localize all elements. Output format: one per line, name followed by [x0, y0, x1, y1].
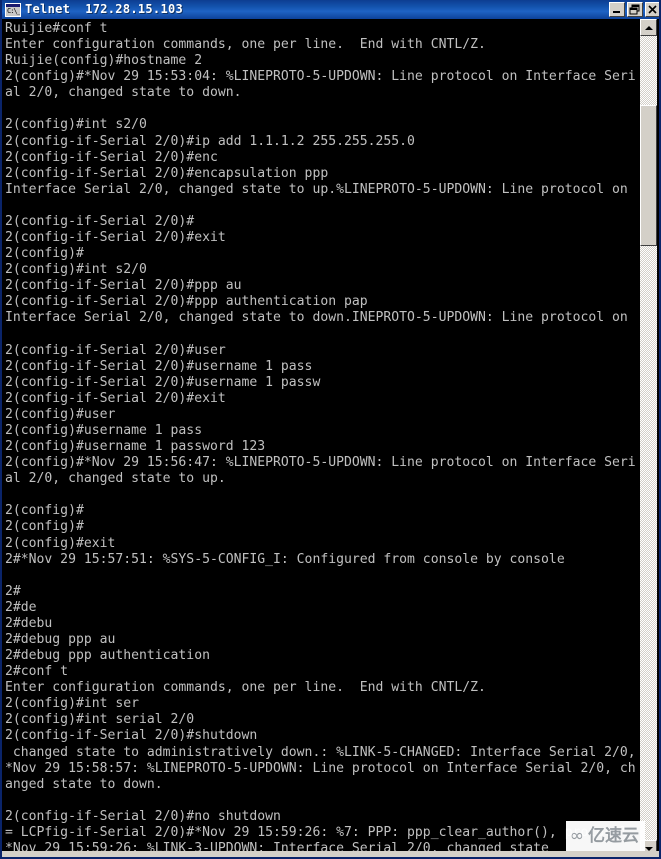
- terminal-line: Ruijie#conf t: [5, 21, 108, 36]
- terminal-line: 2(config)#username 1 password 123: [5, 439, 266, 455]
- terminal-line: 2(config)#username 1 pass: [5, 422, 203, 438]
- minimize-icon: [613, 11, 620, 13]
- terminal-line: 2(config-if-Serial 2/0)#ppp authenticati…: [5, 294, 368, 310]
- terminal-line: *Nov 29 15:58:57: %LINEPROTO-5-UPDOWN: L…: [5, 760, 636, 776]
- terminal-line: 2#: [5, 583, 21, 599]
- window-bottom-strip: [2, 851, 659, 857]
- terminal-line: 2(config-if-Serial 2/0)#no shutdown: [5, 808, 281, 824]
- terminal-line: 2#*Nov 29 15:57:51: %SYS-5-CONFIG_I: Con…: [5, 551, 565, 567]
- terminal-line: al 2/0, changed state to up.: [5, 471, 226, 487]
- terminal-line: 2(config-if-Serial 2/0)#shutdown: [5, 728, 258, 744]
- terminal-line: 2(config-if-Serial 2/0)#username 1 passw: [5, 374, 321, 390]
- terminal-line: al 2/0, changed state to down.: [5, 85, 242, 101]
- terminal-line: 2#conf t: [5, 664, 69, 680]
- scroll-up-arrow[interactable]: [640, 19, 657, 36]
- terminal-line: 2(config)#int serial 2/0: [5, 712, 195, 728]
- terminal-line: 2(config-if-Serial 2/0)#ip add 1.1.1.2 2…: [5, 133, 415, 149]
- chevron-down-icon: [644, 846, 653, 851]
- window-titlebar[interactable]: C:\_ Telnet 172.28.15.103: [2, 0, 659, 19]
- terminal-line: Ruijie(config)#hostname 2: [5, 53, 203, 69]
- terminal-line: 2#debug ppp authentication: [5, 648, 210, 664]
- terminal-line: 2(config)#int ser: [5, 696, 140, 712]
- terminal-line: 2#debug ppp au: [5, 631, 116, 647]
- watermark-text: 亿速云: [588, 826, 639, 846]
- watermark-logo-icon: ∞: [569, 825, 584, 846]
- terminal-line: 2(config)#: [5, 246, 84, 262]
- terminal-line: 2(config-if-Serial 2/0)#enc: [5, 149, 218, 165]
- terminal-text: Ruijie#conf t Enter configuration command…: [5, 21, 644, 857]
- terminal-line: 2(config)#*Nov 29 15:53:04: %LINEPROTO-5…: [5, 69, 636, 85]
- close-icon: [648, 5, 657, 14]
- terminal-line: 2(config)#user: [5, 406, 116, 422]
- terminal-line: Interface Serial 2/0, changed state to u…: [5, 181, 628, 197]
- terminal-line: 2#de: [5, 599, 37, 615]
- terminal-line: 2(config)#exit: [5, 535, 116, 551]
- terminal-line: 2(config)#: [5, 519, 84, 535]
- terminal-line: 2(config)#int s2/0: [5, 117, 147, 133]
- terminal-line: 2(config-if-Serial 2/0)#ppp au: [5, 278, 242, 294]
- terminal-line: 2(config-if-Serial 2/0)#username 1 pass: [5, 358, 313, 374]
- scrollbar-thumb[interactable]: [640, 105, 657, 246]
- telnet-window: C:\_ Telnet 172.28.15.103 Ruijie#conf t …: [0, 0, 661, 859]
- window-title: Telnet 172.28.15.103: [25, 2, 184, 16]
- terminal-line: = LCPfig-if-Serial 2/0)#*Nov 29 15:59:26…: [5, 824, 628, 840]
- terminal-line: Interface Serial 2/0, changed state to d…: [5, 310, 628, 326]
- watermark: ∞ 亿速云: [565, 821, 645, 851]
- terminal-output-area[interactable]: Ruijie#conf t Enter configuration command…: [4, 19, 644, 857]
- terminal-line: changed state to administratively down.:…: [5, 744, 636, 760]
- terminal-line: 2(config)#*Nov 29 15:56:47: %LINEPROTO-5…: [5, 455, 636, 471]
- window-controls: [609, 2, 659, 17]
- restore-icon: [629, 4, 640, 15]
- terminal-line: Enter configuration commands, one per li…: [5, 37, 486, 53]
- terminal-line: 2#debu: [5, 615, 53, 631]
- chevron-up-icon: [644, 25, 653, 30]
- vertical-scrollbar[interactable]: [640, 19, 657, 857]
- terminal-line: Enter configuration commands, one per li…: [5, 680, 486, 696]
- terminal-line: 2(config-if-Serial 2/0)#exit: [5, 230, 226, 246]
- terminal-line: 2(config-if-Serial 2/0)#exit: [5, 390, 226, 406]
- minimize-button[interactable]: [609, 2, 625, 17]
- terminal-line: 2(config)#: [5, 503, 84, 519]
- close-button[interactable]: [645, 2, 659, 17]
- terminal-line: 2(config-if-Serial 2/0)#encapsulation pp…: [5, 165, 329, 181]
- terminal-line: 2(config)#int s2/0: [5, 262, 147, 278]
- restore-button[interactable]: [627, 2, 643, 17]
- telnet-icon: C:\_: [5, 2, 21, 17]
- terminal-line: 2(config-if-Serial 2/0)#: [5, 213, 195, 229]
- terminal-line: 2(config-if-Serial 2/0)#user: [5, 342, 226, 358]
- terminal-line: anged state to down.: [5, 776, 163, 792]
